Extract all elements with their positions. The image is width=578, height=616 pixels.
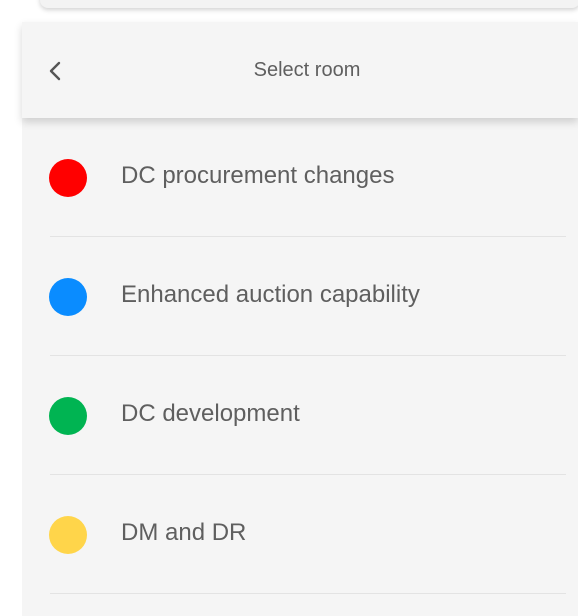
room-item-dc-procurement-changes[interactable]: DC procurement changes <box>22 118 578 237</box>
page-title: Select room <box>253 59 361 81</box>
room-label: DC procurement changes <box>121 162 395 189</box>
room-color-dot <box>49 516 87 554</box>
select-room-panel: Select room DC procurement changes Enhan… <box>22 22 578 616</box>
room-list: DC procurement changes Enhanced auction … <box>22 118 578 594</box>
room-label: Enhanced auction capability <box>121 281 420 308</box>
room-label: DM and DR <box>121 519 247 546</box>
room-color-dot <box>49 397 87 435</box>
room-color-dot <box>49 278 87 316</box>
room-item-dc-development[interactable]: DC development <box>22 356 578 475</box>
room-item-enhanced-auction-capability[interactable]: Enhanced auction capability <box>22 237 578 356</box>
room-item-dm-and-dr[interactable]: DM and DR <box>22 475 578 594</box>
room-label: DC development <box>121 400 300 427</box>
divider <box>50 593 566 594</box>
room-color-dot <box>49 159 87 197</box>
background-card <box>40 0 578 8</box>
header: Select room <box>22 22 578 118</box>
